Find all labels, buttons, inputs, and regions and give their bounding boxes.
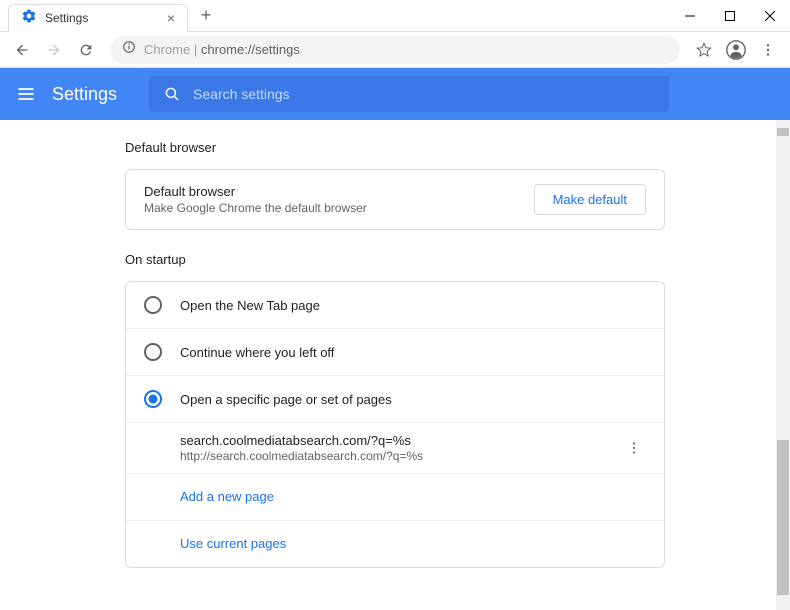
search-settings-input[interactable]: Search settings: [149, 76, 669, 112]
hamburger-menu-icon[interactable]: [16, 84, 36, 104]
scrollbar-thumb[interactable]: [777, 128, 789, 136]
section-on-startup-label: On startup: [125, 252, 665, 267]
settings-header: Settings Search settings: [0, 68, 790, 120]
startup-page-url: http://search.coolmediatabsearch.com/?q=…: [180, 449, 423, 463]
radio-icon: [144, 296, 162, 314]
default-browser-card: Default browser Make Google Chrome the d…: [125, 169, 665, 230]
startup-option-continue[interactable]: Continue where you left off: [126, 328, 664, 375]
section-default-browser-label: Default browser: [125, 140, 665, 155]
maximize-button[interactable]: [710, 0, 750, 32]
window-titlebar: Settings × +: [0, 0, 790, 32]
tab-title: Settings: [45, 11, 159, 25]
startup-page-title: search.coolmediatabsearch.com/?q=%s: [180, 433, 423, 448]
close-icon[interactable]: ×: [167, 10, 175, 26]
omnibox-text: Chrome | chrome://settings: [144, 42, 300, 57]
on-startup-card: Open the New Tab page Continue where you…: [125, 281, 665, 568]
search-icon: [163, 85, 181, 103]
search-placeholder: Search settings: [193, 86, 290, 102]
default-browser-sub: Make Google Chrome the default browser: [144, 201, 367, 215]
close-window-button[interactable]: [750, 0, 790, 32]
add-new-page-link[interactable]: Add a new page: [126, 473, 664, 520]
use-current-pages-link[interactable]: Use current pages: [126, 520, 664, 567]
browser-toolbar: Chrome | chrome://settings: [0, 32, 790, 68]
browser-tab-settings[interactable]: Settings ×: [8, 4, 188, 32]
address-bar[interactable]: Chrome | chrome://settings: [110, 36, 680, 64]
kebab-menu-icon[interactable]: [754, 36, 782, 64]
bookmark-star-icon[interactable]: [690, 36, 718, 64]
site-info-icon: [122, 40, 136, 59]
content-area: Default browser Default browser Make Goo…: [0, 120, 790, 610]
radio-icon: [144, 343, 162, 361]
new-tab-button[interactable]: +: [194, 4, 218, 28]
page-entry-more-icon[interactable]: [622, 436, 646, 460]
window-controls: [670, 0, 790, 32]
startup-option-specific-page[interactable]: Open a specific page or set of pages: [126, 375, 664, 422]
default-browser-title: Default browser: [144, 184, 367, 199]
reload-button[interactable]: [72, 36, 100, 64]
forward-button[interactable]: [40, 36, 68, 64]
profile-avatar-icon[interactable]: [722, 36, 750, 64]
back-button[interactable]: [8, 36, 36, 64]
tab-strip: Settings × +: [0, 0, 218, 32]
startup-option-new-tab[interactable]: Open the New Tab page: [126, 282, 664, 328]
settings-gear-icon: [21, 8, 37, 29]
scrollbar-thumb[interactable]: [777, 440, 789, 595]
startup-page-entry: search.coolmediatabsearch.com/?q=%s http…: [126, 422, 664, 473]
minimize-button[interactable]: [670, 0, 710, 32]
radio-checked-icon: [144, 390, 162, 408]
scrollbar[interactable]: [776, 120, 790, 610]
page-title: Settings: [52, 84, 117, 105]
make-default-button[interactable]: Make default: [534, 184, 646, 215]
advanced-toggle[interactable]: Advanced: [125, 590, 665, 610]
